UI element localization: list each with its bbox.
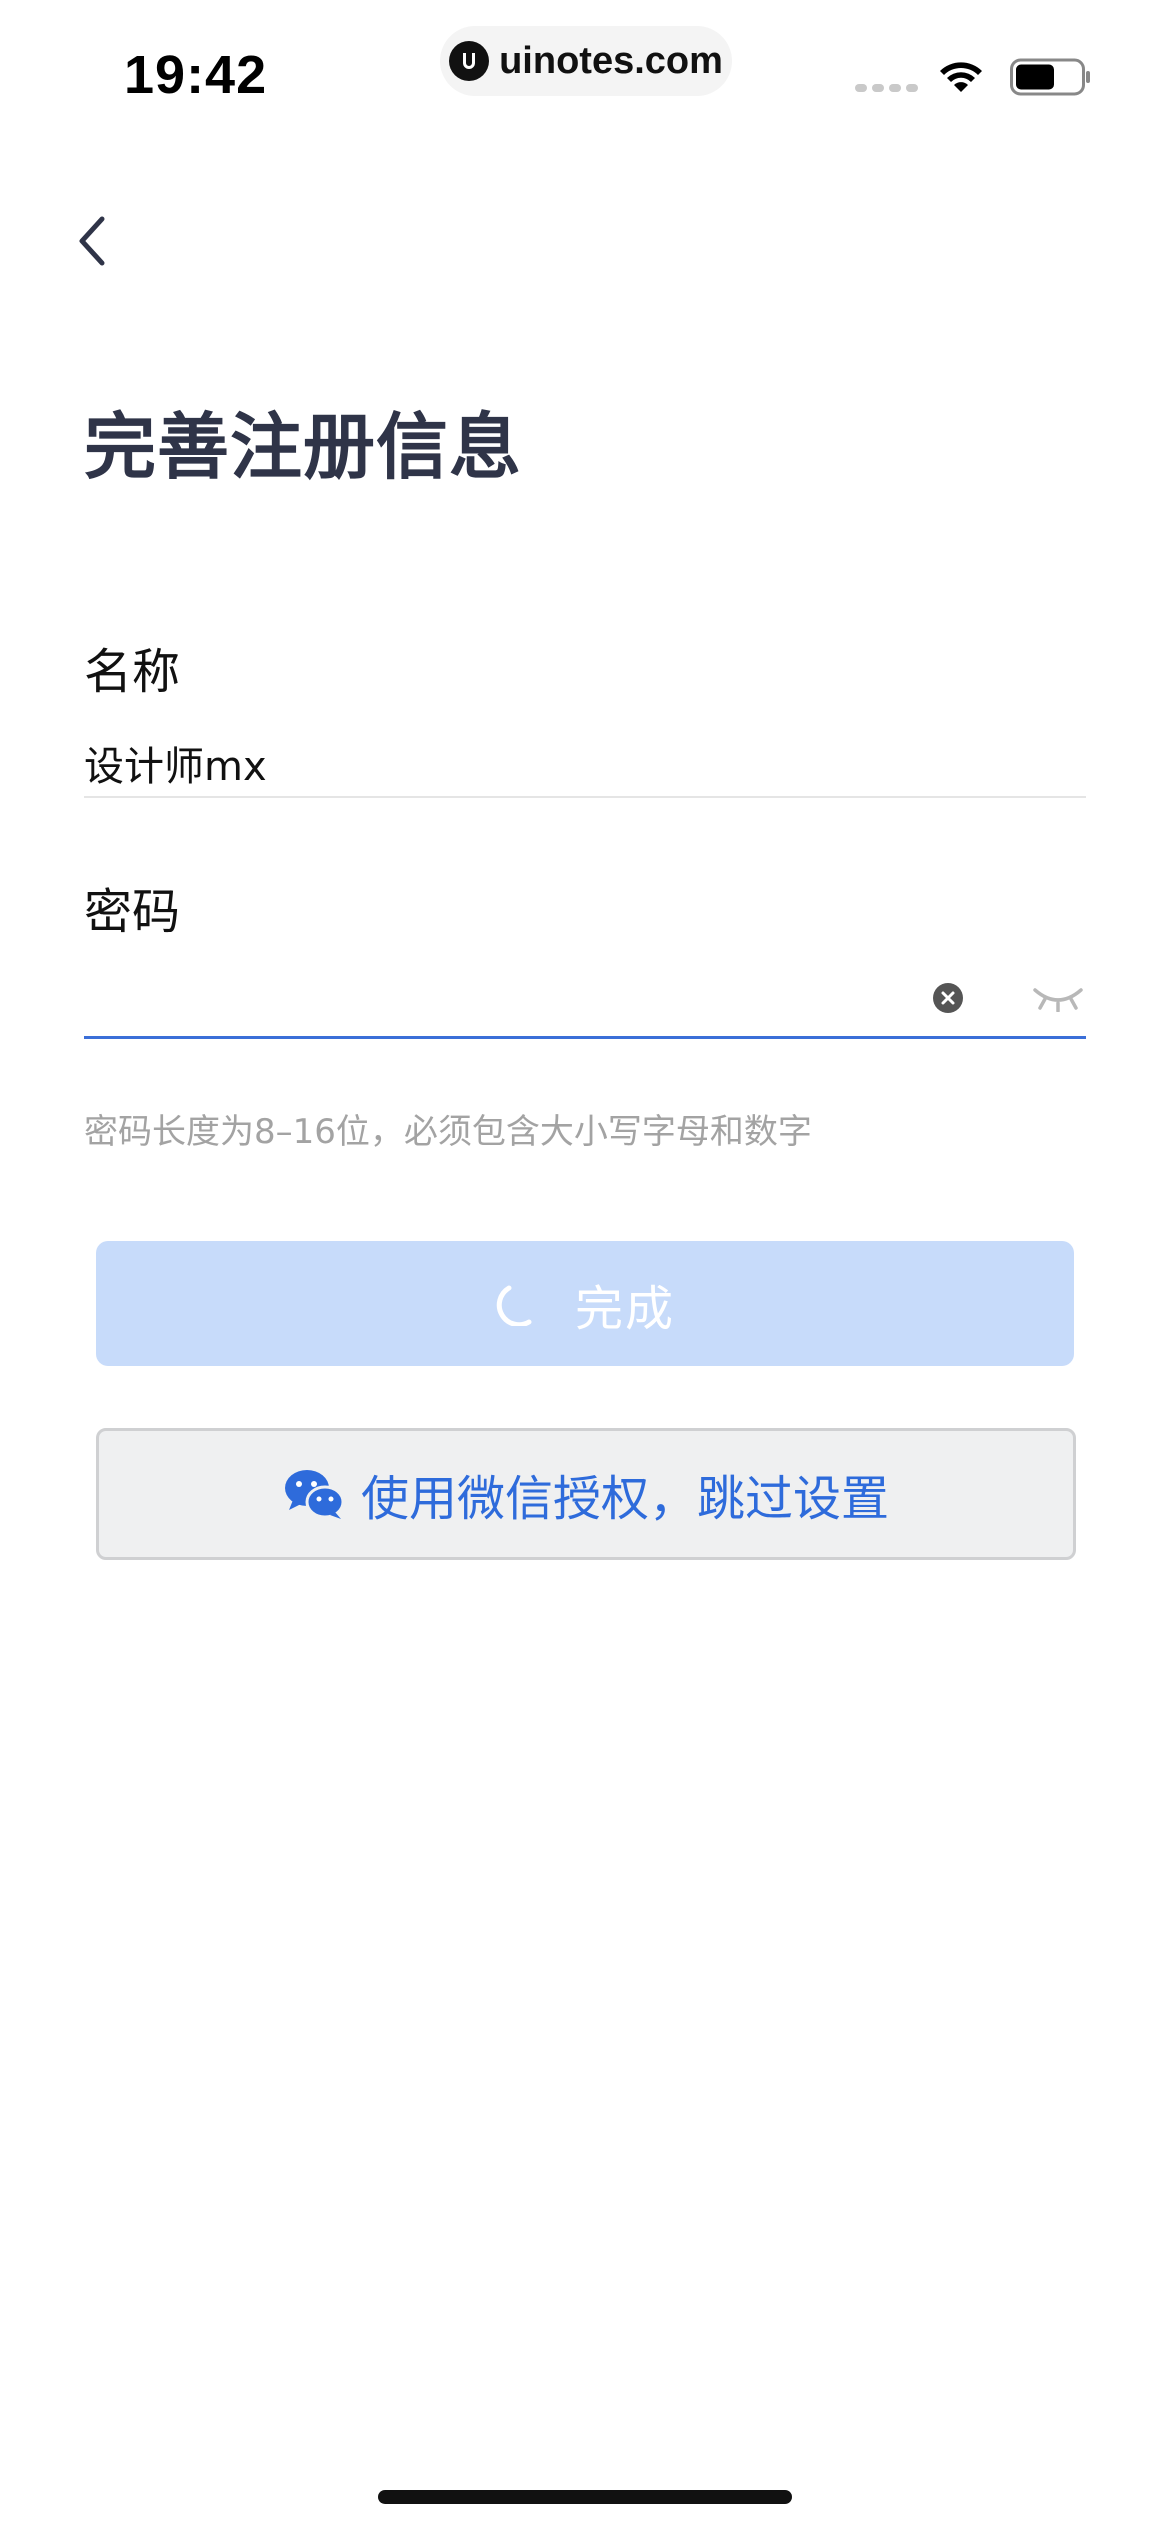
password-input[interactable] — [84, 960, 904, 1030]
url-text: uinotes.com — [499, 39, 723, 82]
battery-icon — [1010, 58, 1090, 96]
wechat-icon — [284, 1470, 345, 1519]
home-indicator — [378, 2490, 792, 2504]
password-hint: 密码长度为8–16位，必须包含大小写字母和数字 — [84, 1112, 812, 1152]
submit-label: 完成 — [574, 1280, 675, 1337]
signal-icon — [855, 84, 923, 92]
submit-button[interactable]: 完成 — [96, 1241, 1074, 1366]
clear-circle-icon[interactable] — [932, 982, 964, 1014]
status-bar: 19:42 uinotes.com — [0, 0, 1170, 150]
wechat-auth-label: 使用微信授权，跳过设置 — [360, 1471, 889, 1527]
wechat-auth-button[interactable]: 使用微信授权，跳过设置 — [96, 1428, 1076, 1560]
uinotes-logo-icon — [449, 41, 490, 81]
eye-closed-icon[interactable] — [1032, 984, 1084, 1012]
spinner-icon — [496, 1285, 532, 1326]
wifi-icon — [940, 62, 982, 92]
page-title: 完善注册信息 — [84, 405, 523, 489]
password-underline — [84, 1036, 1086, 1039]
password-label: 密码 — [84, 884, 181, 940]
chevron-left-icon — [79, 216, 105, 266]
name-label: 名称 — [84, 644, 181, 700]
name-input[interactable]: 设计师mx — [84, 734, 267, 792]
name-underline — [84, 796, 1086, 798]
url-pill[interactable]: uinotes.com — [440, 26, 732, 96]
back-button[interactable] — [62, 206, 122, 276]
status-time: 19:42 — [124, 45, 268, 105]
